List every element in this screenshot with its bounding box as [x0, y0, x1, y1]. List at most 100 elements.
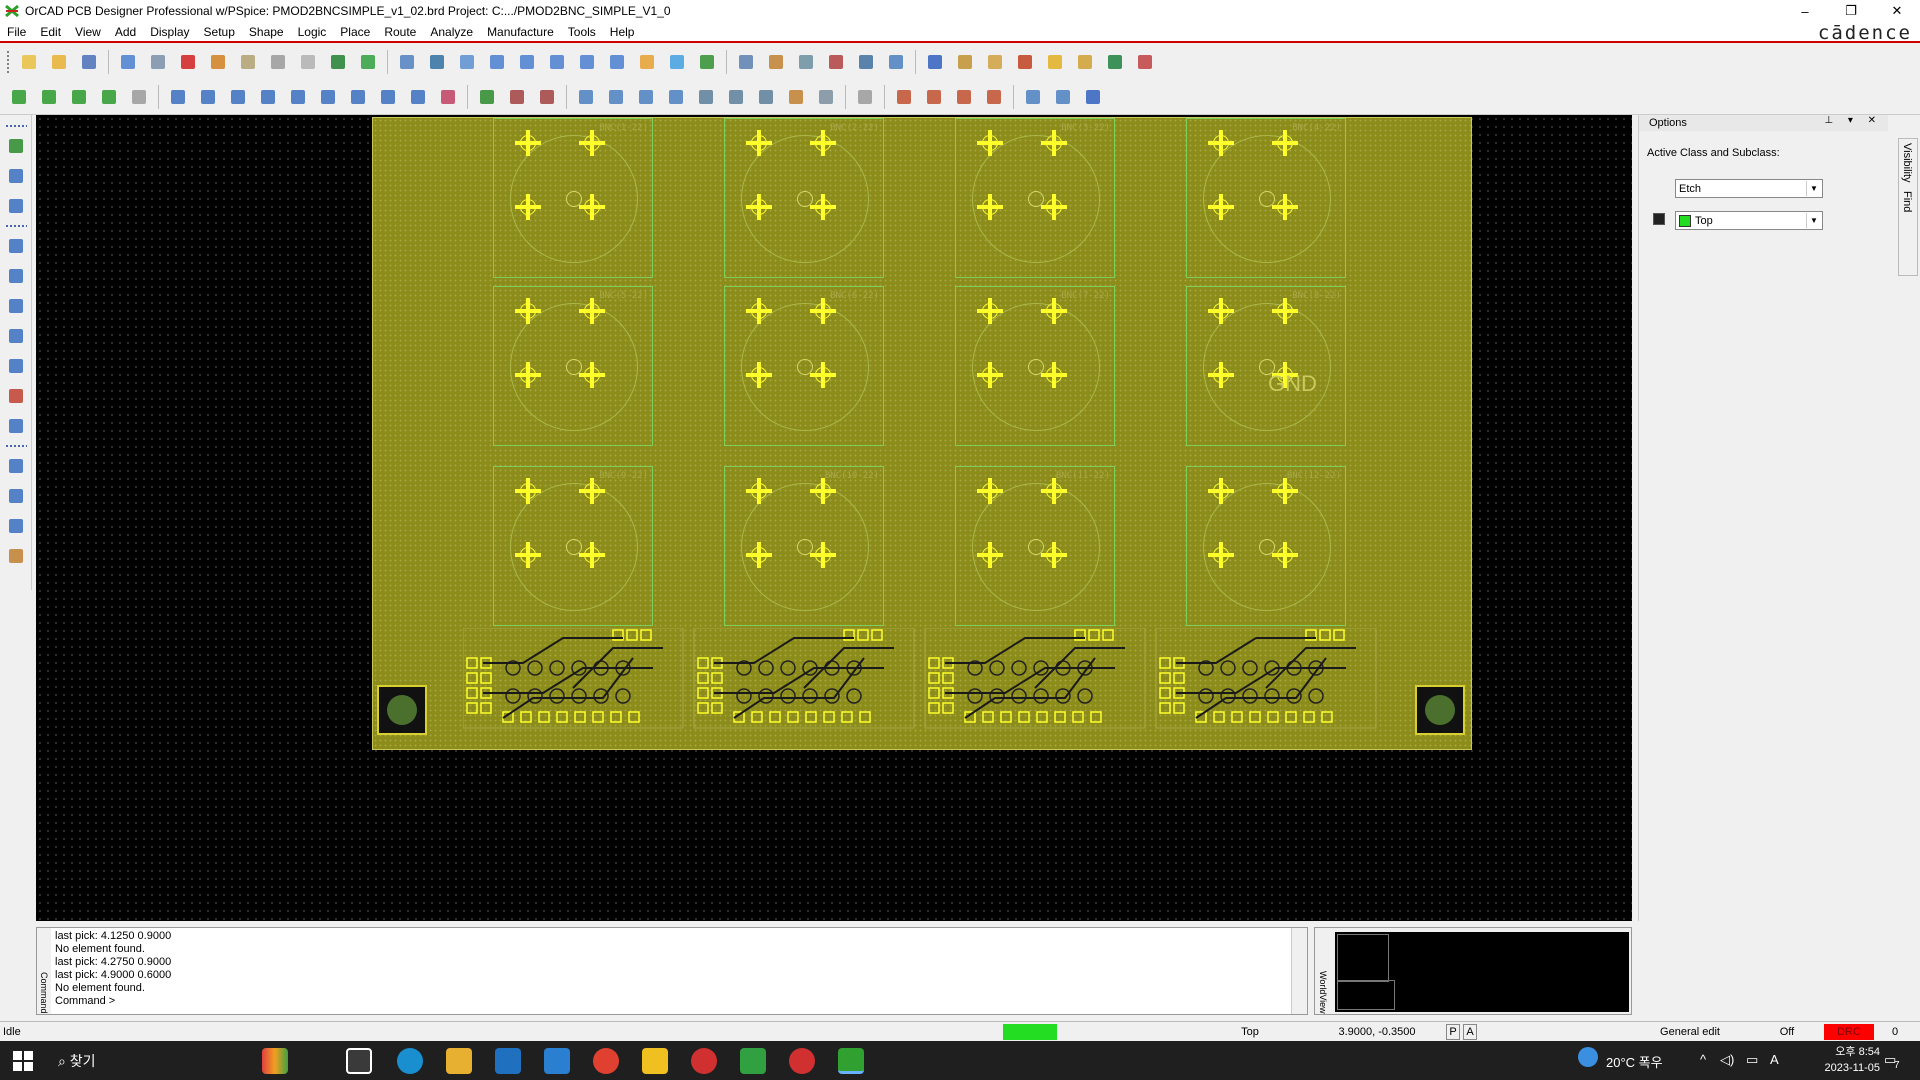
bnc-connector-footprint[interactable]: BNC(9-22): [493, 466, 653, 626]
mail-icon[interactable]: [1052, 86, 1074, 108]
menu-place[interactable]: Place: [333, 25, 377, 39]
toolbar-grip[interactable]: [4, 224, 27, 228]
placement-icon[interactable]: [8, 86, 30, 108]
save-icon[interactable]: [78, 51, 100, 73]
shape-edit-icon[interactable]: [287, 86, 309, 108]
menu-analyze[interactable]: Analyze: [423, 25, 480, 39]
ground-pad[interactable]: [515, 194, 541, 220]
add-line-icon[interactable]: [5, 455, 27, 477]
tab-visibility[interactable]: Visibility: [1899, 139, 1915, 187]
color-icon[interactable]: [765, 51, 787, 73]
ground-pad[interactable]: [579, 362, 605, 388]
ground-pad[interactable]: [579, 542, 605, 568]
ground-pad[interactable]: [1272, 298, 1298, 324]
zoom-world-icon[interactable]: [486, 51, 508, 73]
pcb-board[interactable]: BNC(1-22) BNC(2-22) BNC(3-22) BNC(4-22) BNC(…: [372, 117, 1472, 750]
ground-pad[interactable]: [746, 362, 772, 388]
ground-pad[interactable]: [1272, 478, 1298, 504]
circuit-cluster[interactable]: [463, 628, 684, 729]
move-icon[interactable]: [117, 51, 139, 73]
menu-file[interactable]: File: [0, 25, 33, 39]
tray-chevron-icon[interactable]: ^: [1700, 1052, 1706, 1067]
toolbar-grip[interactable]: [4, 444, 27, 448]
minimize-button[interactable]: –: [1782, 0, 1828, 22]
design-canvas[interactable]: BNC(1-22) BNC(2-22) BNC(3-22) BNC(4-22) BNC(…: [36, 115, 1632, 921]
bnc-connector-footprint[interactable]: BNC(7-22): [955, 286, 1115, 446]
bnc-connector-footprint[interactable]: BNC(6-22): [724, 286, 884, 446]
shape-void-icon[interactable]: [317, 86, 339, 108]
add-rect-icon[interactable]: [5, 485, 27, 507]
mounting-hole[interactable]: [1415, 685, 1465, 735]
ground-pad[interactable]: [1272, 194, 1298, 220]
ground-pad[interactable]: [746, 130, 772, 156]
ground-pad[interactable]: [1208, 362, 1234, 388]
slide-icon[interactable]: [5, 265, 27, 287]
edit-text-icon[interactable]: [5, 545, 27, 567]
3d-view-icon[interactable]: [666, 51, 688, 73]
store-icon[interactable]: [495, 1048, 521, 1074]
custom-smooth-icon[interactable]: [5, 325, 27, 347]
symbol-icon[interactable]: [893, 86, 915, 108]
bnc-connector-footprint[interactable]: BNC(11-22): [955, 466, 1115, 626]
menu-manufacture[interactable]: Manufacture: [480, 25, 561, 39]
ground-pad[interactable]: [810, 478, 836, 504]
ground-pad[interactable]: [515, 542, 541, 568]
nc-drill-icon[interactable]: [665, 86, 687, 108]
shape-merge-icon[interactable]: [407, 86, 429, 108]
chrome-profile-icon[interactable]: [691, 1048, 717, 1074]
dimension-linear-icon[interactable]: [506, 86, 528, 108]
media-player-icon[interactable]: [740, 1048, 766, 1074]
grid-icon[interactable]: [396, 51, 418, 73]
menu-logic[interactable]: Logic: [291, 25, 334, 39]
layer-view-icon[interactable]: [696, 51, 718, 73]
ground-pad[interactable]: [515, 478, 541, 504]
padstack-icon[interactable]: [923, 86, 945, 108]
redo-disabled-icon[interactable]: [267, 51, 289, 73]
ground-pad[interactable]: [515, 130, 541, 156]
ground-pad[interactable]: [1208, 542, 1234, 568]
info-icon[interactable]: [924, 51, 946, 73]
shape-select-icon[interactable]: [257, 86, 279, 108]
mounting-hole[interactable]: [377, 685, 427, 735]
ime-indicator[interactable]: A: [1770, 1052, 1779, 1067]
edge-icon[interactable]: [397, 1048, 423, 1074]
ground-pad[interactable]: [1041, 362, 1067, 388]
menu-route[interactable]: Route: [377, 25, 423, 39]
rats-icon[interactable]: [885, 51, 907, 73]
photoplot-icon[interactable]: [695, 86, 717, 108]
manufacture-icon[interactable]: [575, 86, 597, 108]
bnc-connector-footprint[interactable]: BNC(2-22): [724, 118, 884, 278]
delay-tune-icon[interactable]: [5, 295, 27, 317]
route-icon[interactable]: [5, 235, 27, 257]
swap-icon[interactable]: [98, 86, 120, 108]
vias-icon[interactable]: [5, 355, 27, 377]
shadow-icon[interactable]: [795, 51, 817, 73]
windows-start-icon[interactable]: [12, 1050, 34, 1072]
add-connect-icon[interactable]: [5, 135, 27, 157]
void-rect-icon[interactable]: [347, 86, 369, 108]
step-icon[interactable]: [297, 51, 319, 73]
shape-add-icon[interactable]: [167, 86, 189, 108]
dehighlight-icon[interactable]: [1074, 51, 1096, 73]
toolbar-grip[interactable]: [6, 50, 10, 74]
ground-pad[interactable]: [579, 130, 605, 156]
ground-pad[interactable]: [810, 362, 836, 388]
file-explorer-icon[interactable]: [446, 1048, 472, 1074]
ground-pad[interactable]: [515, 362, 541, 388]
window-icon[interactable]: [1022, 86, 1044, 108]
close-button[interactable]: ✕: [1874, 0, 1920, 22]
place-disabled-icon[interactable]: [128, 86, 150, 108]
circuit-cluster[interactable]: [1155, 628, 1377, 729]
connect-icon[interactable]: [854, 86, 876, 108]
bnc-connector-footprint[interactable]: BNC(3-22): [955, 118, 1115, 278]
manual-place-icon[interactable]: [68, 86, 90, 108]
snap-icon[interactable]: [5, 165, 27, 187]
numbering-icon[interactable]: [984, 51, 1006, 73]
array-icon[interactable]: [815, 86, 837, 108]
ground-pad[interactable]: [977, 298, 1003, 324]
ground-pad[interactable]: [977, 130, 1003, 156]
component-circuitry[interactable]: [463, 628, 1383, 736]
zoom-fit-icon[interactable]: [456, 51, 478, 73]
command-scrollbar[interactable]: [1291, 928, 1307, 1014]
ground-pad[interactable]: [1208, 298, 1234, 324]
